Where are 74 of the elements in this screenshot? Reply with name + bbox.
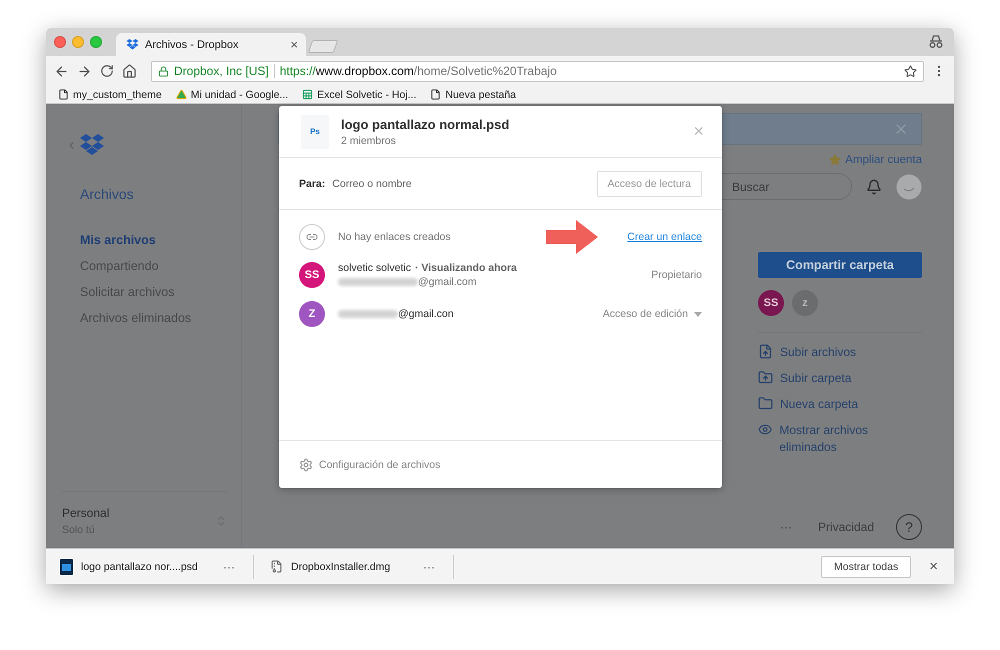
upgrade-link[interactable]: Ampliar cuenta xyxy=(829,154,922,166)
disk-image-icon xyxy=(270,560,283,573)
more-button[interactable]: ··· xyxy=(776,520,796,534)
bookmark-link[interactable]: Excel Solvetic - Hoj... xyxy=(302,88,416,100)
member-avatar: Z xyxy=(299,301,325,327)
bookmark-link[interactable]: Mi unidad - Google... xyxy=(176,88,288,100)
more-button[interactable]: ··· xyxy=(219,560,239,574)
role-label: Propietario xyxy=(651,269,702,281)
show-all-button[interactable]: Mostrar todas xyxy=(821,556,912,578)
account-name: Personal xyxy=(62,506,110,520)
minimize-window-button[interactable] xyxy=(72,36,84,48)
folder-action-link[interactable]: Subir carpeta xyxy=(758,370,922,387)
page-icon xyxy=(430,89,442,100)
section-title: Archivos xyxy=(79,186,135,202)
help-button[interactable]: ? xyxy=(896,514,922,540)
psd-file-icon: Ps xyxy=(301,114,329,148)
download-item[interactable]: logo pantallazo nor....psd xyxy=(81,560,211,572)
back-button[interactable] xyxy=(54,64,69,78)
role-dropdown[interactable]: Acceso de edición xyxy=(602,308,702,320)
folder-action-link[interactable]: Mostrar archivos eliminados xyxy=(758,422,922,456)
share-folder-button[interactable]: Compartir carpeta xyxy=(758,252,922,278)
tab-title: Archivos - Dropbox xyxy=(145,38,240,50)
dropbox-logo xyxy=(79,134,105,156)
dialog-title: logo pantallazo normal.psd xyxy=(341,116,510,132)
tab-close-button[interactable]: × xyxy=(290,38,298,51)
upload-folder-icon xyxy=(758,370,773,385)
link-icon xyxy=(299,224,325,250)
member-name: solvetic solvetic · Visualizando ahora xyxy=(338,262,518,274)
settings-icon xyxy=(299,458,313,472)
drive-icon xyxy=(176,89,187,100)
more-button[interactable]: ··· xyxy=(419,560,439,574)
spreadsheet-icon xyxy=(302,89,314,100)
links-status: No hay enlaces creados xyxy=(338,231,452,243)
member-email: @gmail.con xyxy=(338,308,590,320)
bookmark-link[interactable]: my_custom_theme xyxy=(58,88,162,100)
forward-button[interactable] xyxy=(77,64,92,78)
zoom-window-button[interactable] xyxy=(90,36,102,48)
close-button[interactable]: × xyxy=(923,557,944,576)
member-avatar: SS xyxy=(299,262,325,288)
file-settings-link[interactable]: Configuración de archivos xyxy=(319,458,440,470)
new-tab-button[interactable] xyxy=(308,40,338,53)
download-item[interactable]: DropboxInstaller.dmg xyxy=(291,560,411,572)
star-icon xyxy=(829,154,842,166)
member-avatar: z xyxy=(792,290,818,316)
dropbox-icon xyxy=(126,39,139,50)
folder-action-link[interactable]: Subir archivos xyxy=(758,344,922,361)
notification-bell-icon[interactable] xyxy=(866,178,882,194)
pointer-arrow xyxy=(546,220,598,254)
to-label: Para: xyxy=(299,178,326,190)
privacy-link[interactable]: Privacidad xyxy=(818,520,874,534)
eye-icon xyxy=(758,422,772,437)
page-icon xyxy=(58,89,69,100)
home-button[interactable] xyxy=(122,64,137,78)
bookmark-star-icon[interactable] xyxy=(904,64,917,78)
reload-button[interactable] xyxy=(100,64,114,78)
member-avatar: SS xyxy=(758,290,784,316)
close-button[interactable]: × xyxy=(693,121,704,142)
site-identity: Dropbox, Inc [US] xyxy=(174,64,275,78)
avatar-icon[interactable] xyxy=(896,174,922,200)
member-count: 2 miembros xyxy=(341,134,397,146)
upload-file-icon xyxy=(758,344,773,359)
browser-tab[interactable]: Archivos - Dropbox × xyxy=(116,33,306,56)
incognito-icon xyxy=(928,35,944,49)
psd-file-icon xyxy=(60,558,73,574)
url-text: https://www.dropbox.com/home/Solvetic%20Trabajo xyxy=(280,64,558,78)
address-bar[interactable]: Dropbox, Inc [US] https://www.dropbox.com/home/Solvetic%20Trabajo xyxy=(151,60,924,82)
folder-icon xyxy=(758,396,773,411)
create-link-link[interactable]: Crear un enlace xyxy=(627,231,702,243)
close-window-button[interactable] xyxy=(54,36,66,48)
access-level-button[interactable]: Acceso de lectura xyxy=(596,170,702,196)
folder-action-link[interactable]: Nueva carpeta xyxy=(758,396,922,413)
member-email: @gmail.com xyxy=(338,276,638,288)
bookmark-link[interactable]: Nueva pestaña xyxy=(430,88,516,100)
sidebar-item[interactable]: Mis archivos xyxy=(80,232,241,249)
